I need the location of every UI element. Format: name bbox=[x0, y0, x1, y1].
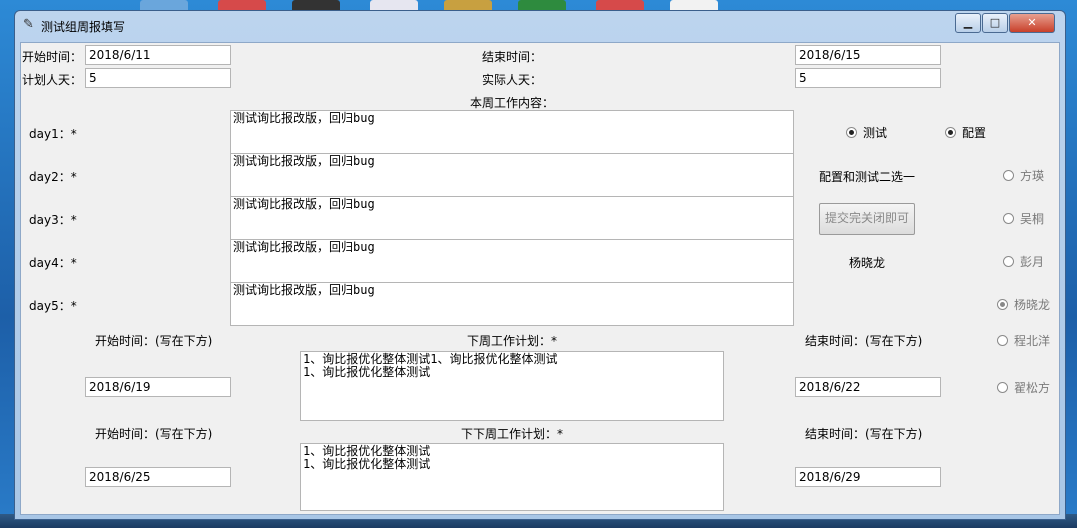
member-name: 方瑛 bbox=[1020, 169, 1045, 183]
day4-label: day4：* bbox=[29, 256, 77, 270]
title-bar[interactable]: ✎ 测试组周报填写 ▁ □ ✕ bbox=[15, 11, 1065, 39]
actual-days-input[interactable]: 5 bbox=[795, 68, 941, 88]
end-time-input[interactable]: 2018/6/15 bbox=[795, 45, 941, 65]
this-week-section-label: 本周工作内容： bbox=[470, 96, 555, 110]
type-radio-test-label: 测试 bbox=[863, 126, 888, 140]
type-radio-test[interactable]: 测试 bbox=[846, 124, 887, 141]
radio-dot bbox=[1003, 170, 1014, 181]
next-week-plan-label: 下周工作计划：* bbox=[467, 334, 558, 348]
feather-icon: ✎ bbox=[23, 17, 34, 32]
member-radio-pengyue[interactable]: 彭月 bbox=[1003, 253, 1044, 270]
current-user-label: 杨晓龙 bbox=[849, 256, 886, 270]
next-week-plan-textarea[interactable]: 1、询比报优化整体测试1、询比报优化整体测试 1、询比报优化整体测试 bbox=[300, 351, 724, 421]
close-button[interactable]: ✕ bbox=[1009, 13, 1055, 33]
start-time-input[interactable]: 2018/6/11 bbox=[85, 45, 231, 65]
radio-dot bbox=[997, 382, 1008, 393]
plan-days-input[interactable]: 5 bbox=[85, 68, 231, 88]
day1-textarea[interactable]: 测试询比报改版，回归bug bbox=[230, 110, 794, 154]
next-week-end-label: 结束时间：(写在下方) bbox=[805, 334, 923, 348]
week-after-end-input[interactable]: 2018/6/29 bbox=[795, 467, 941, 487]
plan-days-label: 计划人天： bbox=[22, 73, 83, 87]
member-name: 杨晓龙 bbox=[1014, 298, 1051, 312]
day5-label: day5：* bbox=[29, 299, 77, 313]
minimize-button[interactable]: ▁ bbox=[955, 13, 981, 33]
week-after-start-label: 开始时间：(写在下方) bbox=[95, 427, 213, 441]
week-after-plan-label: 下下周工作计划：* bbox=[461, 427, 564, 441]
type-radio-config-label: 配置 bbox=[962, 126, 987, 140]
radio-dot bbox=[997, 299, 1008, 310]
radio-dot bbox=[997, 335, 1008, 346]
day3-textarea[interactable]: 测试询比报改版，回归bug bbox=[230, 196, 794, 240]
window-title: 测试组周报填写 bbox=[41, 20, 126, 34]
app-window: ✎ 测试组周报填写 ▁ □ ✕ 开始时间： 2018/6/11 结束时间： 20… bbox=[14, 10, 1066, 520]
end-time-label: 结束时间： bbox=[482, 50, 543, 64]
member-radio-zhaisongfang[interactable]: 翟松方 bbox=[997, 379, 1050, 396]
member-name: 吴桐 bbox=[1020, 212, 1045, 226]
type-radio-config[interactable]: 配置 bbox=[945, 124, 986, 141]
actual-days-label: 实际人天： bbox=[482, 73, 543, 87]
next-week-start-input[interactable]: 2018/6/19 bbox=[85, 377, 231, 397]
member-radio-chengbeiyang[interactable]: 程北洋 bbox=[997, 332, 1050, 349]
maximize-button[interactable]: □ bbox=[982, 13, 1008, 33]
next-week-start-label: 开始时间：(写在下方) bbox=[95, 334, 213, 348]
member-radio-fangying[interactable]: 方瑛 bbox=[1003, 167, 1044, 184]
member-radio-yangxiaolong[interactable]: 杨晓龙 bbox=[997, 296, 1050, 313]
member-name: 彭月 bbox=[1020, 255, 1045, 269]
radio-dot bbox=[1003, 256, 1014, 267]
member-name: 翟松方 bbox=[1014, 381, 1051, 395]
radio-dot bbox=[846, 127, 857, 138]
day2-textarea[interactable]: 测试询比报改版，回归bug bbox=[230, 153, 794, 197]
start-time-label: 开始时间： bbox=[22, 50, 83, 64]
day3-label: day3：* bbox=[29, 213, 77, 227]
day2-label: day2：* bbox=[29, 170, 77, 184]
member-radio-wutong[interactable]: 吴桐 bbox=[1003, 210, 1044, 227]
week-after-start-input[interactable]: 2018/6/25 bbox=[85, 467, 231, 487]
day5-textarea[interactable]: 测试询比报改版，回归bug bbox=[230, 282, 794, 326]
week-after-end-label: 结束时间：(写在下方) bbox=[805, 427, 923, 441]
radio-dot bbox=[945, 127, 956, 138]
day4-textarea[interactable]: 测试询比报改版，回归bug bbox=[230, 239, 794, 283]
next-week-end-input[interactable]: 2018/6/22 bbox=[795, 377, 941, 397]
submit-button[interactable]: 提交完关闭即可 bbox=[819, 203, 915, 235]
day1-label: day1：* bbox=[29, 127, 77, 141]
form-area: 开始时间： 2018/6/11 结束时间： 2018/6/15 计划人天： 5 … bbox=[20, 42, 1060, 515]
member-name: 程北洋 bbox=[1014, 334, 1051, 348]
radio-dot bbox=[1003, 213, 1014, 224]
type-choice-hint: 配置和测试二选一 bbox=[819, 170, 916, 184]
week-after-plan-textarea[interactable]: 1、询比报优化整体测试 1、询比报优化整体测试 bbox=[300, 443, 724, 511]
